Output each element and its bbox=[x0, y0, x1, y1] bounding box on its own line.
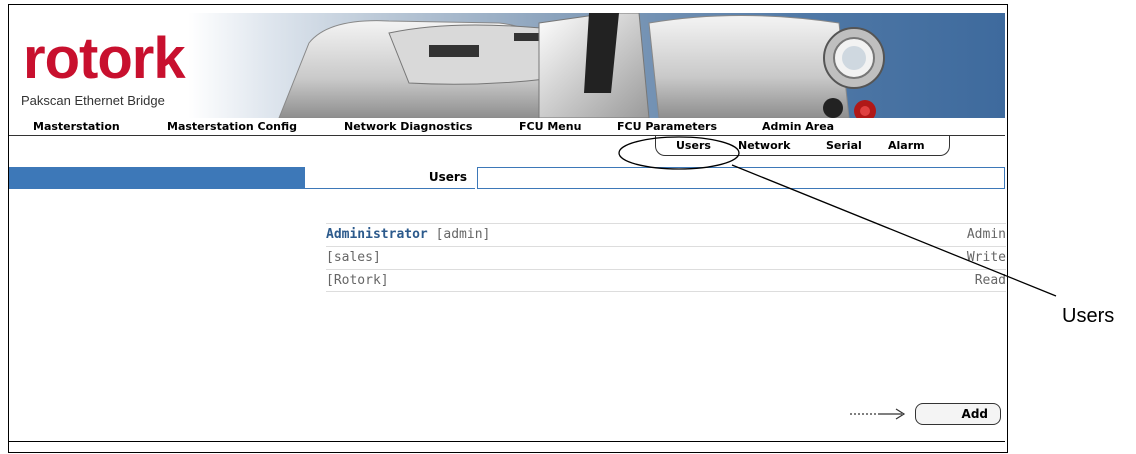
callout-leader-line bbox=[731, 164, 1057, 297]
callout-label: Users bbox=[1062, 305, 1115, 327]
